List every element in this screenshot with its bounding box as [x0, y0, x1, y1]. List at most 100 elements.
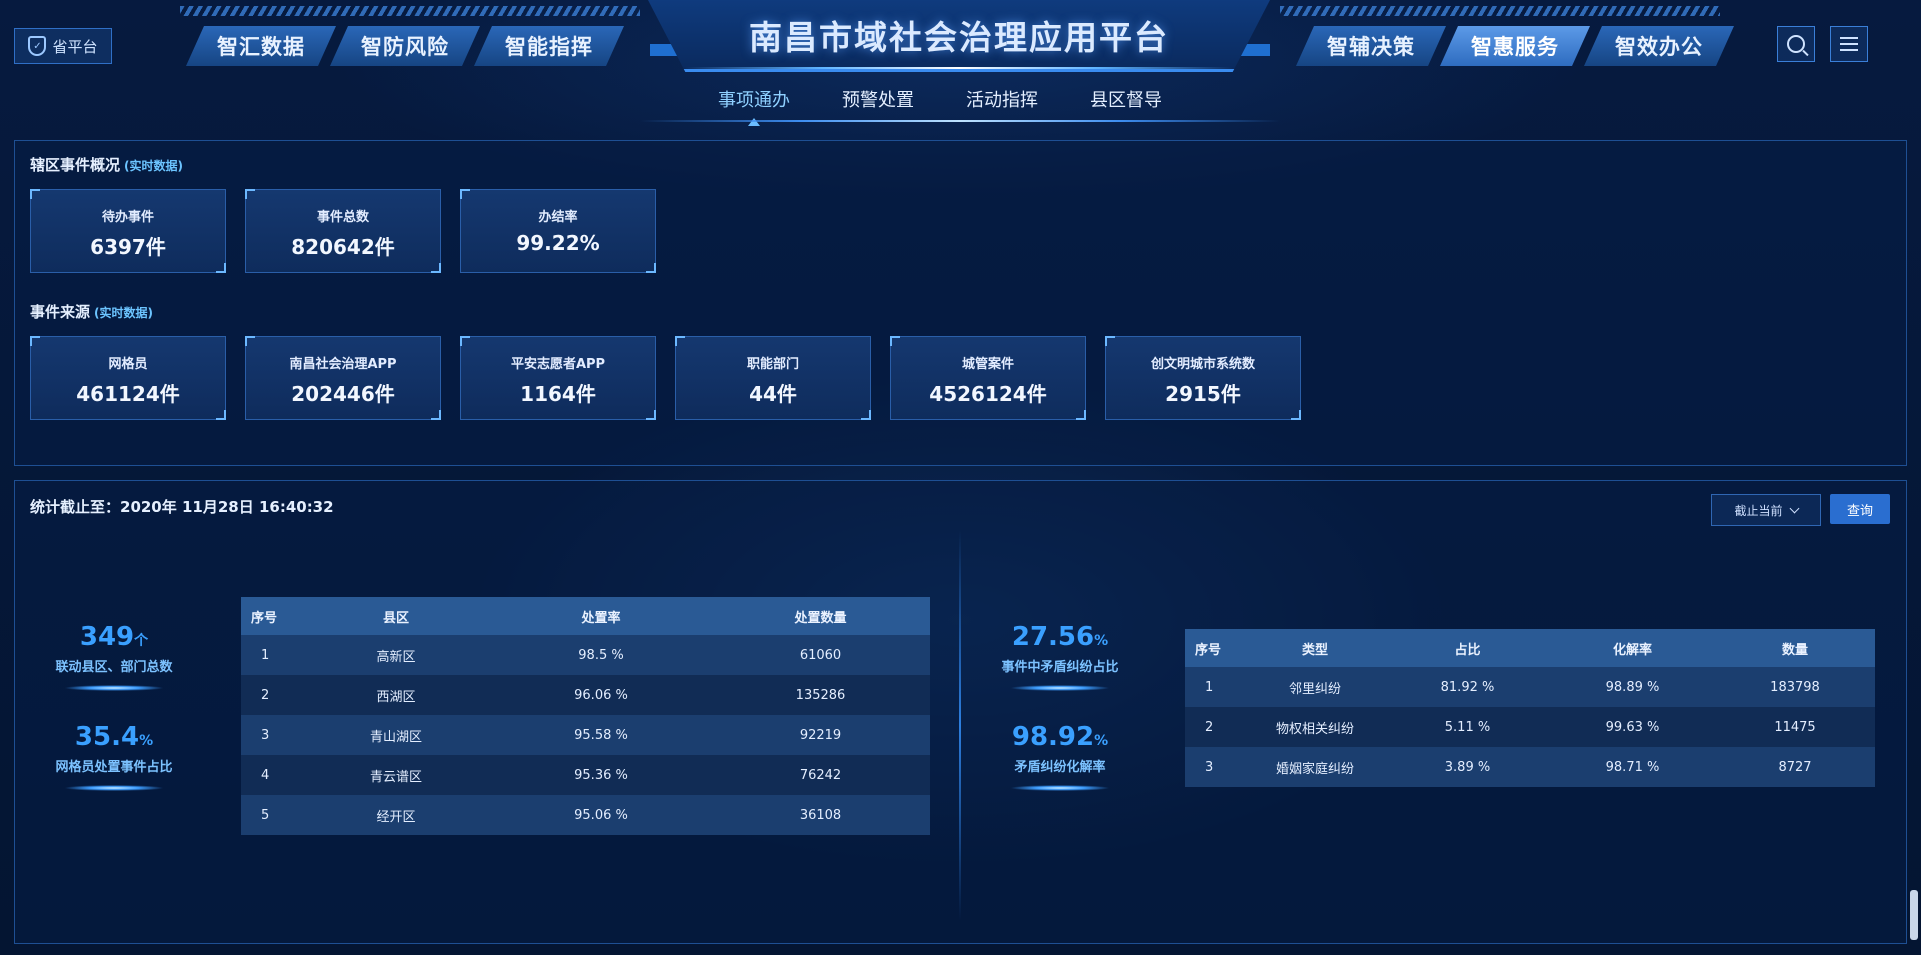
tab-label: 智辅决策	[1327, 35, 1415, 59]
nav-decoration-left	[180, 6, 640, 16]
subnav-item-activity[interactable]: 活动指挥	[966, 86, 1038, 112]
search-button[interactable]	[1777, 26, 1815, 62]
column-header: 数量	[1715, 629, 1875, 667]
cell-count: 92219	[711, 715, 930, 755]
kpi-glow-base	[1010, 785, 1110, 791]
table-row[interactable]: 2 物权相关纠纷 5.11 % 99.63 % 11475	[1185, 707, 1875, 747]
table-row[interactable]: 2 西湖区 96.06 % 135286	[241, 675, 930, 715]
chevron-down-icon	[1789, 503, 1799, 513]
stat-card-completion-rate: 办结率 99.22%	[460, 189, 656, 273]
cell-index: 5	[241, 795, 301, 835]
stat-value: 6397件	[90, 235, 166, 259]
subnav-item-supervision[interactable]: 县区督导	[1090, 86, 1162, 112]
tab-smart-risk[interactable]: 智防风险	[330, 26, 480, 66]
tab-label: 智效办公	[1615, 35, 1703, 59]
stat-value: 1164件	[520, 382, 596, 406]
table-row[interactable]: 4 青云谱区 95.36 % 76242	[241, 755, 930, 795]
header: ✓ 省平台 智汇数据 智防风险 智能指挥 南昌市域社会治理应用平台 智辅决策 智…	[0, 0, 1921, 122]
stat-value: 820642件	[291, 235, 395, 259]
kpi-number: 98.92	[1011, 722, 1095, 752]
table-header-row: 序号 县区 处置率 处置数量	[241, 597, 930, 635]
tab-label: 智汇数据	[217, 35, 305, 59]
tab-label: 智惠服务	[1471, 35, 1559, 59]
stat-label: 办结率	[538, 210, 578, 225]
cell-count: 76242	[711, 755, 930, 795]
cell-index: 3	[241, 715, 301, 755]
stat-value: 4526124件	[929, 382, 1047, 406]
kpi-glow-base	[64, 785, 164, 791]
stat-label: 职能部门	[746, 357, 799, 372]
page-title: 南昌市域社会治理应用平台	[749, 17, 1169, 57]
stat-value: 2915件	[1165, 382, 1241, 406]
table-row[interactable]: 3 婚姻家庭纠纷 3.89 % 98.71 % 8727	[1185, 747, 1875, 787]
kpi-value: 349个	[24, 622, 204, 652]
sources-title: 事件来源 (实时数据)	[30, 301, 153, 322]
cell-count: 61060	[711, 635, 930, 675]
sources-tag: (实时数据)	[94, 306, 153, 320]
cell-rate: 95.36 %	[491, 755, 711, 795]
column-header: 序号	[241, 597, 301, 635]
kpi-dispute-resolution-rate: 98.92% 矛盾纠纷化解率	[970, 722, 1150, 791]
page-scrollbar[interactable]	[1910, 890, 1918, 940]
cell-ratio: 81.92 %	[1385, 667, 1550, 707]
overview-tag: (实时数据)	[124, 159, 183, 173]
tab-smart-data[interactable]: 智汇数据	[186, 26, 336, 66]
column-header: 占比	[1385, 629, 1550, 667]
table-row[interactable]: 1 邻里纠纷 81.92 % 98.89 % 183798	[1185, 667, 1875, 707]
cell-district: 青云谱区	[301, 755, 491, 795]
subnav-underline	[640, 120, 1280, 122]
cell-index: 2	[1185, 707, 1245, 747]
range-select[interactable]: 截止当前	[1711, 494, 1821, 526]
subnav-item-matters[interactable]: 事项通办	[718, 86, 790, 112]
table-row[interactable]: 5 经开区 95.06 % 36108	[241, 795, 930, 835]
table-row[interactable]: 3 青山湖区 95.58 % 92219	[241, 715, 930, 755]
kpi-unit: %	[1094, 633, 1109, 649]
kpi-value: 98.92%	[970, 722, 1150, 752]
cell-type: 邻里纠纷	[1245, 667, 1385, 707]
shield-icon: ✓	[28, 36, 47, 56]
kpi-glow-base	[1010, 685, 1110, 691]
stat-value: 99.22%	[516, 231, 600, 255]
title-plate: 南昌市域社会治理应用平台	[648, 0, 1270, 72]
cell-count: 8727	[1715, 747, 1875, 787]
column-header: 处置数量	[711, 597, 930, 635]
search-icon	[1787, 35, 1805, 53]
kpi-label: 网格员处置事件占比	[55, 760, 173, 775]
stat-value: 461124件	[76, 382, 180, 406]
stat-label: 城管案件	[961, 357, 1014, 372]
tab-smart-service[interactable]: 智惠服务	[1440, 26, 1590, 66]
stat-label: 创文明城市系统数	[1150, 357, 1255, 372]
stat-label: 南昌社会治理APP	[289, 357, 397, 372]
district-table: 序号 县区 处置率 处置数量 1 高新区 98.5 % 61060 2 西湖区 …	[241, 597, 930, 835]
stat-label: 事件总数	[316, 210, 369, 225]
kpi-label: 矛盾纠纷化解率	[1014, 760, 1106, 775]
range-select-value: 截止当前	[1734, 503, 1783, 518]
kpi-linked-districts: 349个 联动县区、部门总数	[24, 622, 204, 691]
tab-smart-office[interactable]: 智效办公	[1584, 26, 1734, 66]
cell-rate: 96.06 %	[491, 675, 711, 715]
stat-card-total: 事件总数 820642件	[245, 189, 441, 273]
cell-type: 婚姻家庭纠纷	[1245, 747, 1385, 787]
column-header: 序号	[1185, 629, 1245, 667]
cell-count: 36108	[711, 795, 930, 835]
province-platform-button[interactable]: ✓ 省平台	[14, 28, 112, 64]
kpi-number: 349	[79, 622, 135, 652]
dispute-table: 序号 类型 占比 化解率 数量 1 邻里纠纷 81.92 % 98.89 % 1…	[1185, 629, 1875, 787]
tab-smart-decision[interactable]: 智辅决策	[1296, 26, 1446, 66]
menu-button[interactable]	[1830, 26, 1868, 62]
subnav-item-warning[interactable]: 预警处置	[842, 86, 914, 112]
source-card-departments: 职能部门 44件	[675, 336, 871, 420]
sources-title-text: 事件来源	[30, 303, 91, 321]
cell-resolution-rate: 99.63 %	[1550, 707, 1715, 747]
cell-resolution-rate: 98.71 %	[1550, 747, 1715, 787]
table-row[interactable]: 1 高新区 98.5 % 61060	[241, 635, 930, 675]
cell-rate: 95.06 %	[491, 795, 711, 835]
cell-index: 2	[241, 675, 301, 715]
kpi-dispute-ratio: 27.56% 事件中矛盾纠纷占比	[970, 622, 1150, 691]
tab-smart-command[interactable]: 智能指挥	[474, 26, 624, 66]
source-card-civilized-city: 创文明城市系统数 2915件	[1105, 336, 1301, 420]
query-button[interactable]: 查询	[1830, 494, 1890, 524]
cell-ratio: 3.89 %	[1385, 747, 1550, 787]
table-header-row: 序号 类型 占比 化解率 数量	[1185, 629, 1875, 667]
overview-title: 辖区事件概况 (实时数据)	[30, 154, 183, 175]
